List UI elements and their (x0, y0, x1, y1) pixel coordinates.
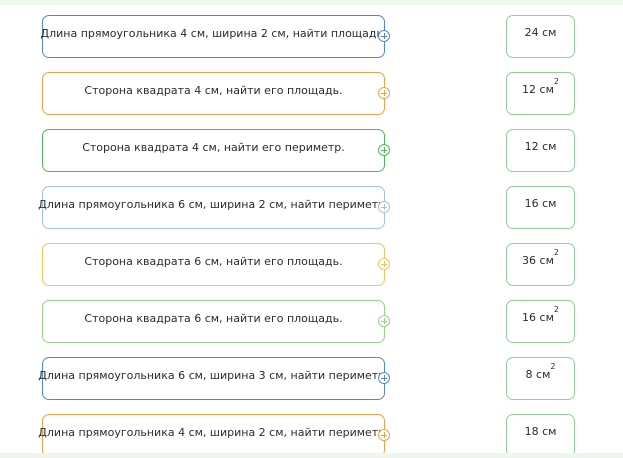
answer-card[interactable]: 16 см 2 (506, 300, 575, 343)
plus-icon[interactable] (378, 30, 390, 42)
answer-text: 8 см (525, 368, 551, 381)
task-card[interactable]: Длина прямоугольника 6 см, ширина 2 см, … (38, 186, 389, 229)
answer-card[interactable]: 12 см (506, 129, 575, 172)
task-text: Длина прямоугольника 6 см, ширина 2 см, … (38, 198, 389, 211)
answer-card[interactable]: 12 см 2 (506, 72, 575, 115)
task-card[interactable]: Сторона квадрата 6 см, найти его площадь… (42, 300, 385, 343)
answer-text: 18 см (524, 425, 557, 438)
answer-card[interactable]: 18 см (506, 414, 575, 457)
answer-text: 36 см (522, 254, 554, 267)
task-text: Длина прямоугольника 6 см, ширина 3 см, … (38, 369, 389, 382)
plus-icon[interactable] (378, 429, 390, 441)
answer-text: 12 см (524, 140, 557, 153)
answer-text: 16 см (524, 197, 557, 210)
plus-icon[interactable] (378, 87, 390, 99)
task-text: Длина прямоугольника 4 см, ширина 2 см, … (40, 27, 387, 40)
matching-exercise: Длина прямоугольника 4 см, ширина 2 см, … (0, 0, 623, 458)
task-text: Сторона квадрата 4 см, найти его площадь… (84, 84, 343, 97)
task-card[interactable]: Сторона квадрата 4 см, найти его перимет… (42, 129, 385, 172)
task-text: Длина прямоугольника 4 см, ширина 2 см, … (38, 426, 389, 439)
task-text: Сторона квадрата 6 см, найти его площадь… (84, 255, 343, 268)
plus-icon[interactable] (378, 201, 390, 213)
plus-icon[interactable] (378, 258, 390, 270)
task-text: Сторона квадрата 6 см, найти его площадь… (84, 312, 343, 325)
answer-text: 16 см (522, 311, 554, 324)
plus-icon[interactable] (378, 144, 390, 156)
task-card[interactable]: Сторона квадрата 6 см, найти его площадь… (42, 243, 385, 286)
answer-card[interactable]: 8 см 2 (506, 357, 575, 400)
task-card[interactable]: Длина прямоугольника 6 см, ширина 3 см, … (38, 357, 389, 400)
task-card[interactable]: Длина прямоугольника 4 см, ширина 2 см, … (38, 414, 389, 457)
task-card[interactable]: Сторона квадрата 4 см, найти его площадь… (42, 72, 385, 115)
answer-text: 24 см (524, 26, 557, 39)
answer-card[interactable]: 36 см 2 (506, 243, 575, 286)
answer-text: 12 см (522, 83, 554, 96)
top-edge (0, 0, 623, 5)
task-text: Сторона квадрата 4 см, найти его перимет… (82, 141, 345, 154)
task-card[interactable]: Длина прямоугольника 4 см, ширина 2 см, … (40, 15, 387, 58)
answer-card[interactable]: 16 см (506, 186, 575, 229)
answer-card[interactable]: 24 см (506, 15, 575, 58)
bottom-edge (0, 453, 623, 458)
plus-icon[interactable] (378, 372, 390, 384)
plus-icon[interactable] (378, 315, 390, 327)
